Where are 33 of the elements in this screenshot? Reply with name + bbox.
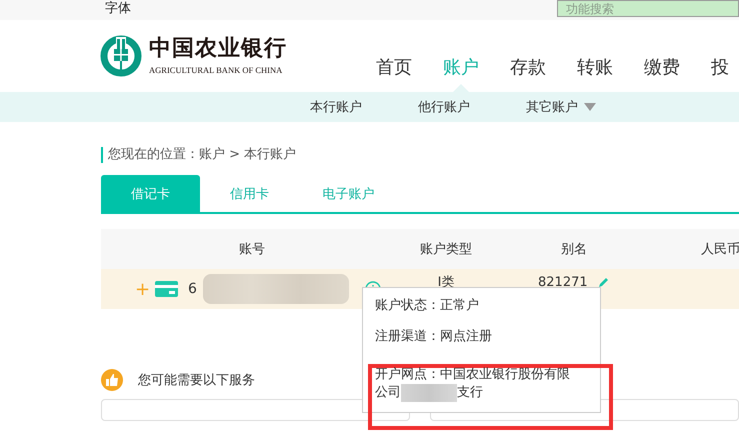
- nav-item[interactable]: 投: [711, 56, 729, 92]
- column-header: 账号: [238, 241, 266, 258]
- column-header: 账户类型: [419, 241, 473, 258]
- breadcrumb: 您现在的位置：账户 > 本行账户: [101, 147, 739, 163]
- thumbs-up-icon: [101, 369, 123, 391]
- card-icon: [155, 281, 178, 297]
- redaction-blur: [401, 384, 457, 402]
- bank-name: 中国农业银行: [149, 36, 288, 60]
- nav-item[interactable]: 转账: [577, 56, 613, 92]
- table-cell-text: I类: [436, 274, 456, 291]
- tooltip-text: 公司: [375, 384, 401, 402]
- table-cell: 821271: [538, 274, 588, 290]
- column-header: 人民币: [700, 241, 739, 258]
- tooltip-text: 注册渠道：网点注册: [375, 329, 492, 344]
- pencil-icon[interactable]: [598, 276, 610, 288]
- subnav-item[interactable]: 他行账户: [418, 98, 470, 116]
- tooltip-text: 账户状态：正常户: [375, 298, 479, 313]
- font-setting-link[interactable]: 字体: [105, 1, 131, 17]
- bank-english-name: AGRICULTURAL BANK OF CHINA: [149, 65, 284, 75]
- search-field[interactable]: 功能搜索: [557, 0, 739, 17]
- column-header: 别名: [560, 241, 588, 258]
- nav-item[interactable]: 缴费: [644, 56, 680, 92]
- service-card[interactable]: [430, 399, 739, 421]
- nav-item[interactable]: 首页: [376, 56, 412, 92]
- subnav-item[interactable]: 本行账户: [310, 98, 362, 116]
- bank-logo-icon: [100, 35, 142, 77]
- subnav-item[interactable]: 其它账户: [526, 98, 596, 116]
- account-number: 6: [188, 281, 197, 297]
- nav-item[interactable]: 存款: [510, 56, 546, 92]
- service-card[interactable]: [101, 399, 410, 421]
- section-title: 您可能需要以下服务: [138, 372, 255, 389]
- tooltip-text: 支行: [457, 384, 483, 402]
- tooltip-text: 开户网点：中国农业银行股份有限: [375, 366, 571, 384]
